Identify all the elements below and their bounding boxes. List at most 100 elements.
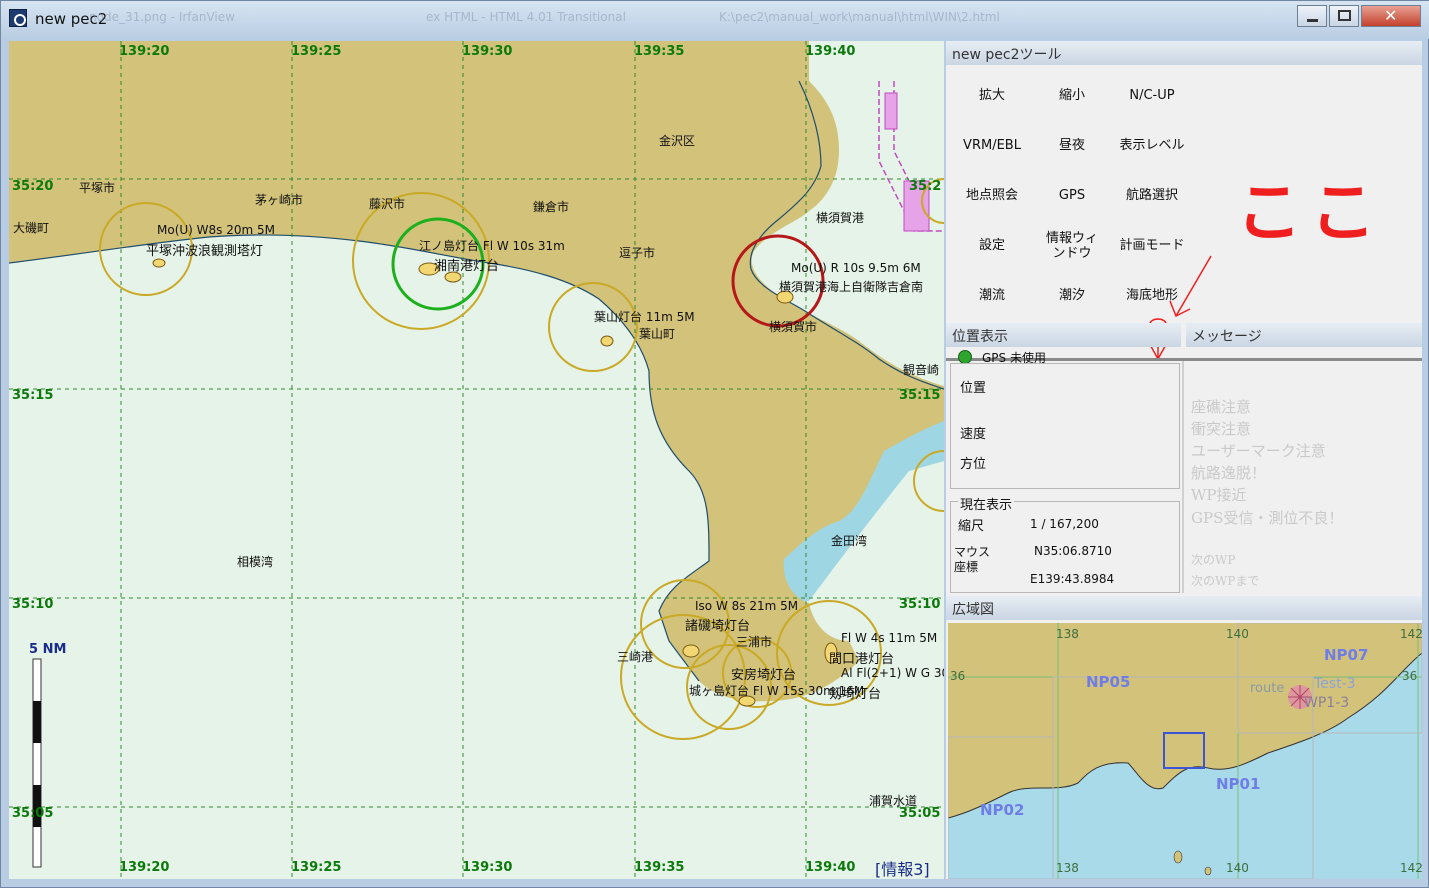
light-label: Mo(U) R 10s 9.5m 6M [791, 261, 921, 275]
place-label: 茅ヶ崎市 [255, 193, 304, 207]
message-user-mark: ユーザーマーク注意 [1191, 442, 1326, 460]
message-collision: 衝突注意 [1191, 420, 1252, 438]
app-icon [9, 9, 27, 27]
overview-header: 広域図 [946, 596, 1422, 620]
overview-island [1204, 866, 1212, 876]
light-label: 湘南港灯台 [434, 259, 500, 274]
overview-lat-label: 36 [1402, 669, 1418, 683]
message-gps-error: GPS受信・測位不良！ [1191, 509, 1344, 527]
next-wp-label: 次のWP [1191, 553, 1236, 567]
app-window: new pec2 node_31.png - IrfanView ex HTML… [0, 0, 1429, 888]
lat-label-right: 35:10 [899, 597, 941, 612]
place-label: 横須賀市 [769, 320, 818, 334]
place-label: 横須賀港 [816, 211, 865, 225]
place-label: 鎌倉市 [533, 200, 570, 214]
scale-bar-segment [33, 701, 41, 743]
divider [1182, 361, 1184, 593]
annotation-arrow-icon [1147, 255, 1212, 361]
light-label: 平塚沖波浪観測塔灯 [146, 244, 264, 259]
place-label: 金田湾 [831, 534, 868, 548]
tide-button[interactable]: 潮汐 [1032, 288, 1112, 303]
lat-label-right: 35:2 [909, 179, 942, 194]
lon-label-bottom: 139:20 [119, 860, 170, 875]
overview-lat-label: 36 [950, 669, 966, 683]
message-off-route: 航路逸脱！ [1191, 464, 1267, 482]
tools-header: new pec2ツール [946, 41, 1422, 65]
lon-label-top: 139:35 [634, 44, 685, 59]
background-window-title: node_31.png - IrfanView [89, 10, 235, 24]
light-label: 葉山灯台 11m 5M [594, 310, 695, 324]
close-button[interactable]: ✕ [1361, 5, 1421, 27]
day-night-button[interactable]: 昼夜 [1032, 138, 1112, 153]
close-icon: ✕ [1384, 6, 1398, 25]
place-label: 浦賀水道 [869, 794, 918, 808]
lat-label-left: 35:10 [12, 597, 54, 612]
lon-label-bottom: 139:35 [634, 860, 685, 875]
place-label: 平塚市 [79, 181, 116, 195]
light-label: 安房埼灯台 [731, 668, 797, 683]
mouse-longitude: E139:43.8984 [1030, 572, 1115, 586]
gps-button[interactable]: GPS [1032, 188, 1112, 203]
mouse-latitude: N35:06.8710 [1034, 544, 1112, 558]
lon-label-bottom: 139:25 [291, 860, 342, 875]
light-label: 横須賀港海上自衛隊吉倉南 [779, 280, 924, 294]
maximize-icon [1338, 10, 1351, 21]
position-header: 位置表示 [946, 323, 1181, 347]
info-indicator[interactable]: [情報3] [875, 856, 930, 879]
lat-label-left: 35:15 [12, 388, 54, 403]
message-header: メッセージ [1186, 323, 1422, 347]
side-panel: new pec2ツール 拡大 縮小 N/C-UP VRM/EBL 昼夜 表示レベ… [946, 41, 1422, 879]
light-label: 間口港灯台 [829, 652, 895, 667]
place-label: 観音崎 [903, 363, 940, 377]
place-label: 金沢区 [659, 134, 696, 148]
anchorage-area [884, 92, 898, 130]
point-query-button[interactable]: 地点照会 [952, 188, 1032, 203]
place-label: 藤沢市 [369, 197, 406, 211]
zoom-out-button[interactable]: 縮小 [1032, 88, 1112, 103]
overview-map[interactable]: 138 140 142 138 140 142 36 36 NP07 NP05 … [948, 623, 1422, 879]
settings-button[interactable]: 設定 [952, 238, 1032, 253]
info-window-button[interactable]: 情報ウィンドウ [1042, 231, 1102, 261]
route-label: route [1250, 681, 1285, 696]
overview-lon-label: 138 [1056, 627, 1079, 641]
maximize-button[interactable] [1329, 5, 1359, 27]
lat-label-right: 35:15 [899, 388, 941, 403]
lon-label-top: 139:20 [119, 44, 170, 59]
gps-status-icon [958, 350, 972, 364]
background-window-title: K:\pec2\manual_work\manual\html\WIN\2.ht… [719, 10, 1000, 24]
minimize-button[interactable] [1297, 5, 1327, 27]
lon-label-top: 139:25 [291, 44, 342, 59]
chart-view[interactable]: 139:20 139:25 139:30 139:35 139:40 139:2… [9, 41, 944, 879]
background-window-title: ex HTML - HTML 4.01 Transitional [426, 10, 626, 24]
lon-label-bottom: 139:40 [805, 860, 856, 875]
place-label: 相模湾 [237, 555, 274, 569]
north-up-button[interactable]: N/C-UP [1112, 88, 1192, 103]
lon-label-top: 139:40 [805, 44, 856, 59]
light-label: 諸磯埼灯台 [685, 619, 751, 634]
annotation-text: ここ [1236, 174, 1384, 251]
zoom-in-button[interactable]: 拡大 [952, 88, 1032, 103]
tidal-current-button[interactable]: 潮流 [952, 288, 1032, 303]
vrm-ebl-button[interactable]: VRM/EBL [952, 138, 1032, 153]
waypoint-label: WP1-3 [1304, 695, 1350, 711]
overview-lon-label: 142 [1400, 627, 1422, 641]
area-label: NP02 [980, 801, 1025, 819]
light-label: 江ノ島灯台 Fl W 10s 31m [419, 239, 565, 253]
place-label: 逗子市 [619, 246, 656, 260]
title-bar[interactable]: new pec2 node_31.png - IrfanView ex HTML… [1, 1, 1429, 39]
area-label: NP01 [1216, 775, 1261, 793]
chart-canvas[interactable] [9, 41, 944, 879]
overview-lon-label: 140 [1226, 861, 1249, 875]
coord-label: 座標 [954, 560, 979, 574]
scale-bar-label: 5 NM [29, 642, 67, 657]
current-display-header: 現在表示 [958, 494, 1015, 513]
route-name-label: Test-3 [1314, 676, 1356, 692]
overview-lon-label: 142 [1400, 861, 1422, 875]
display-level-button[interactable]: 表示レベル [1112, 138, 1192, 153]
light-label: Iso W 8s 21m 5M [695, 599, 799, 613]
light-label: 城ヶ島灯台 Fl W 15s 30m 16M [689, 684, 865, 698]
route-select-button[interactable]: 航路選択 [1112, 188, 1192, 203]
overview-lon-label: 140 [1226, 627, 1249, 641]
overview-lon-label: 138 [1056, 861, 1079, 875]
position-label: 位置 [960, 381, 987, 396]
